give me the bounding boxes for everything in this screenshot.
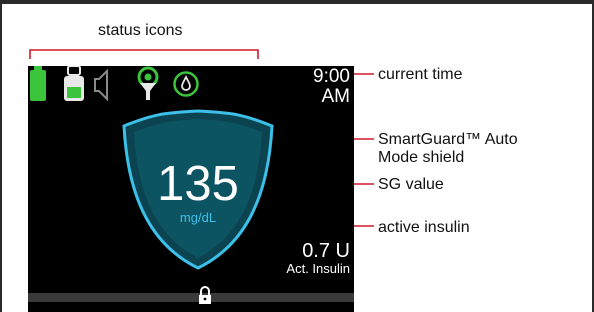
sensor-signal-icon <box>137 66 159 100</box>
sg-value: 135 <box>157 157 239 211</box>
pump-screen: 9:00 AM 135 mg/dL 0.7 U Act. Insulin <box>28 66 354 312</box>
status-icons-bracket <box>29 49 259 59</box>
time-period: AM <box>321 86 351 107</box>
sg-unit: mg/dL <box>179 210 217 225</box>
active-insulin-value: 0.7 U <box>302 240 350 262</box>
battery-icon <box>30 66 46 101</box>
reservoir-icon <box>64 66 84 101</box>
current-time: 9:00 AM <box>313 67 350 107</box>
bottom-status-bar <box>28 293 354 302</box>
active-insulin-label: Act. Insulin <box>286 261 350 276</box>
calibration-drop-icon <box>173 71 199 97</box>
speaker-icon <box>94 68 108 102</box>
time-hour: 9:00 <box>313 66 350 87</box>
lock-icon <box>199 286 211 304</box>
